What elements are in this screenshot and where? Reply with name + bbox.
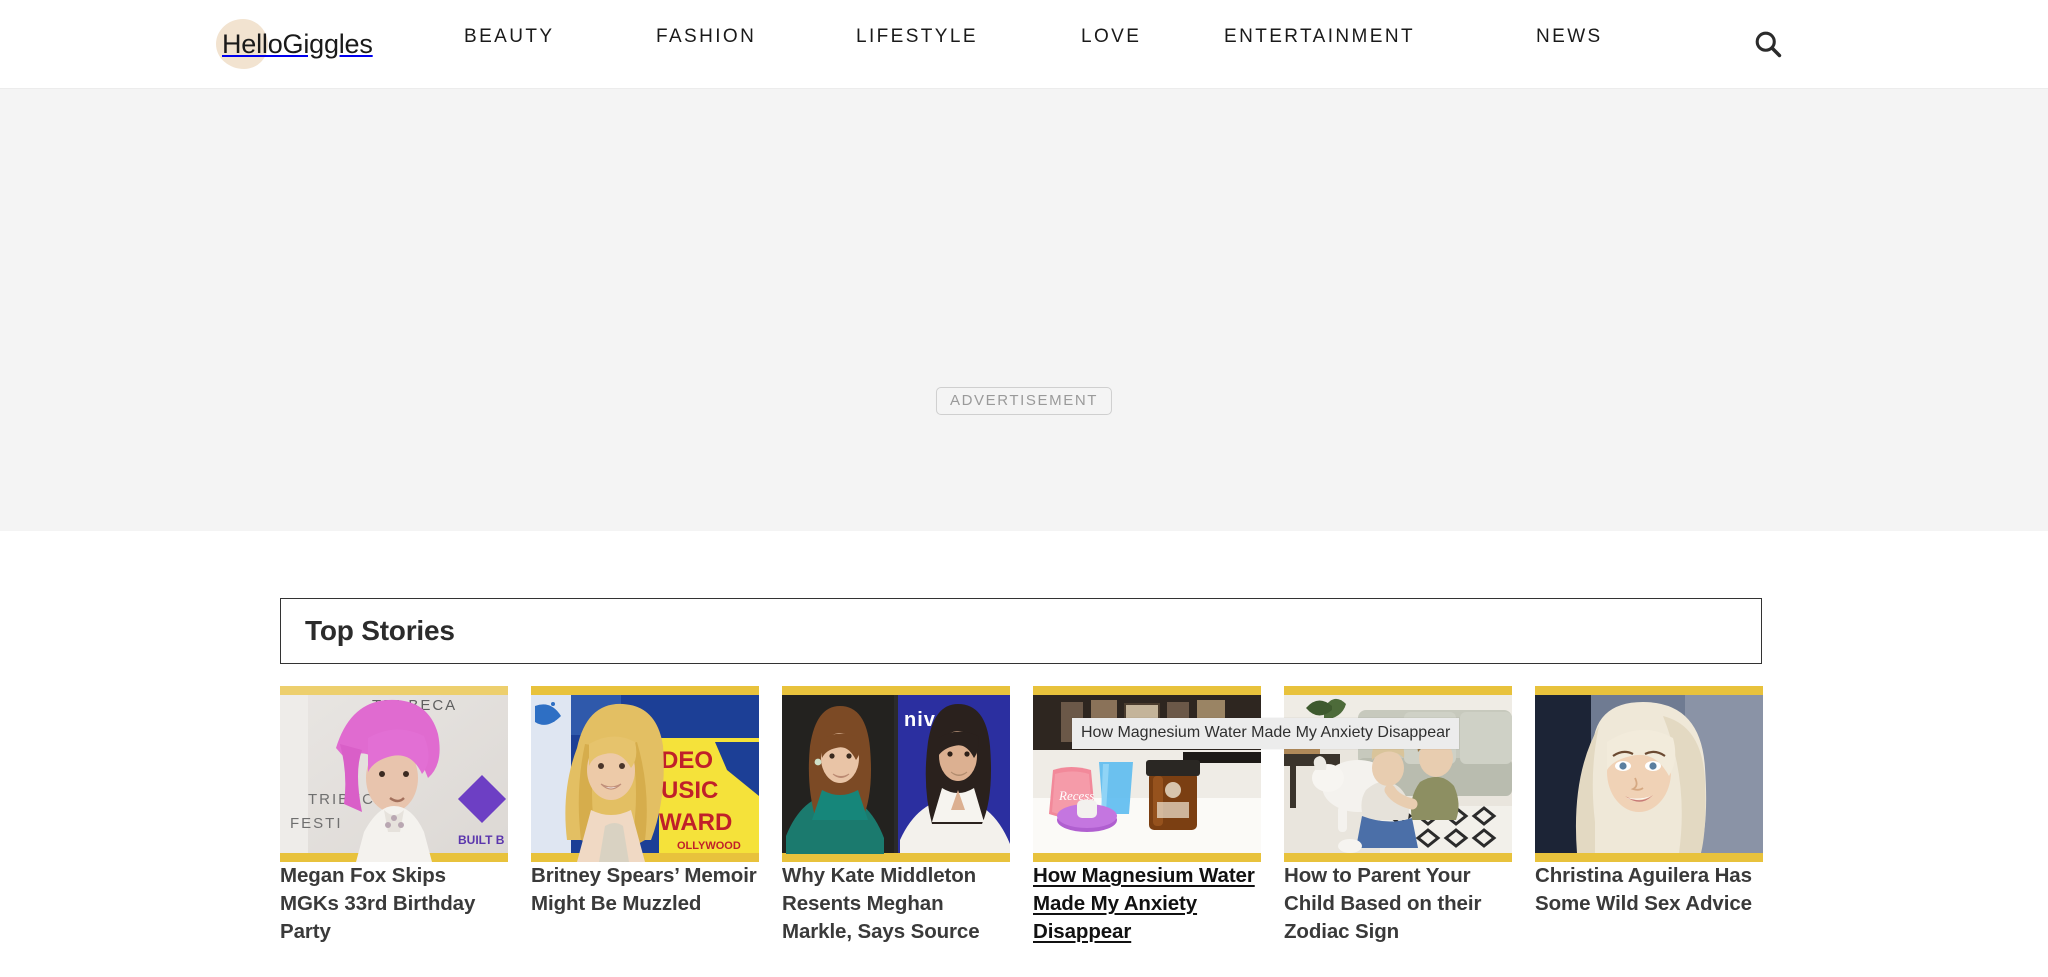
svg-text:FESTI: FESTI <box>290 815 343 832</box>
image-britney-spears-vma: DEO USIC WARD OLLYWOOD <box>531 686 759 862</box>
image-children-with-dog <box>1284 686 1512 862</box>
story-title: How to Parent Your Child Based on their … <box>1284 864 1482 944</box>
search-icon <box>1755 31 1782 58</box>
story-card[interactable]: niv rs Why Kate Middleton Resents Meghan… <box>782 686 1010 946</box>
image-christina-aguilera <box>1535 686 1763 862</box>
top-stories-header: Top Stories <box>280 598 1762 664</box>
svg-text:WARD: WARD <box>659 809 732 836</box>
link-url-tooltip: How Magnesium Water Made My Anxiety Disa… <box>1072 718 1460 749</box>
story-title: How Magnesium Water Made My Anxiety Disa… <box>1033 864 1255 944</box>
image-megan-fox-mgk: TRI BECA VAL TRIBECA FESTI BUILT B <box>280 686 508 862</box>
nav-item-beauty[interactable]: BEAUTY <box>464 26 554 48</box>
story-card[interactable]: DEO USIC WARD OLLYWOOD Britney Spears’ M… <box>531 686 759 946</box>
brand-logo[interactable]: HelloGiggles <box>216 16 373 72</box>
story-thumbnail <box>1284 686 1512 862</box>
story-title: Why Kate Middleton Resents Meghan Markle… <box>782 864 980 944</box>
top-stories-card-row: TRI BECA VAL TRIBECA FESTI BUILT B <box>280 686 1763 946</box>
brand-name: HelloGiggles <box>222 28 373 59</box>
site-header: HelloGiggles BEAUTY FASHION LIFESTYLE LO… <box>0 0 2048 88</box>
image-magnesium-water: Recess <box>1033 686 1261 862</box>
story-thumbnail: TRI BECA VAL TRIBECA FESTI BUILT B <box>280 686 508 862</box>
advertisement-slot: ADVERTISEMENT <box>0 88 2048 531</box>
section-title: Top Stories <box>305 615 455 646</box>
nav-item-fashion[interactable]: FASHION <box>656 26 756 48</box>
nav-item-entertainment[interactable]: ENTERTAINMENT <box>1224 26 1415 48</box>
story-title: Britney Spears’ Memoir Might Be Muzzled <box>531 864 757 916</box>
advertisement-label: ADVERTISEMENT <box>935 387 1113 415</box>
nav-item-news[interactable]: NEWS <box>1536 26 1603 48</box>
story-title: Christina Aguilera Has Some Wild Sex Adv… <box>1535 864 1752 916</box>
svg-text:OLLYWOOD: OLLYWOOD <box>677 840 741 852</box>
svg-text:BUILT B: BUILT B <box>458 833 505 847</box>
story-card[interactable]: TRI BECA VAL TRIBECA FESTI BUILT B <box>280 686 508 946</box>
story-thumbnail <box>1535 686 1763 862</box>
svg-text:USIC: USIC <box>661 777 718 804</box>
story-card[interactable]: Christina Aguilera Has Some Wild Sex Adv… <box>1535 686 1763 946</box>
story-thumbnail: Recess <box>1033 686 1261 862</box>
image-kate-middleton-meghan-markle: niv rs <box>782 686 1010 862</box>
nav-item-love[interactable]: LOVE <box>1081 26 1141 48</box>
top-stories-section: Top Stories TRI BECA VAL <box>280 598 1763 943</box>
nav-item-lifestyle[interactable]: LIFESTYLE <box>856 26 978 48</box>
svg-text:DEO: DEO <box>661 747 713 774</box>
story-title: Megan Fox Skips MGKs 33rd Birthday Party <box>280 864 476 944</box>
search-button[interactable] <box>1742 18 1794 70</box>
story-thumbnail: DEO USIC WARD OLLYWOOD <box>531 686 759 862</box>
story-thumbnail: niv rs <box>782 686 1010 862</box>
